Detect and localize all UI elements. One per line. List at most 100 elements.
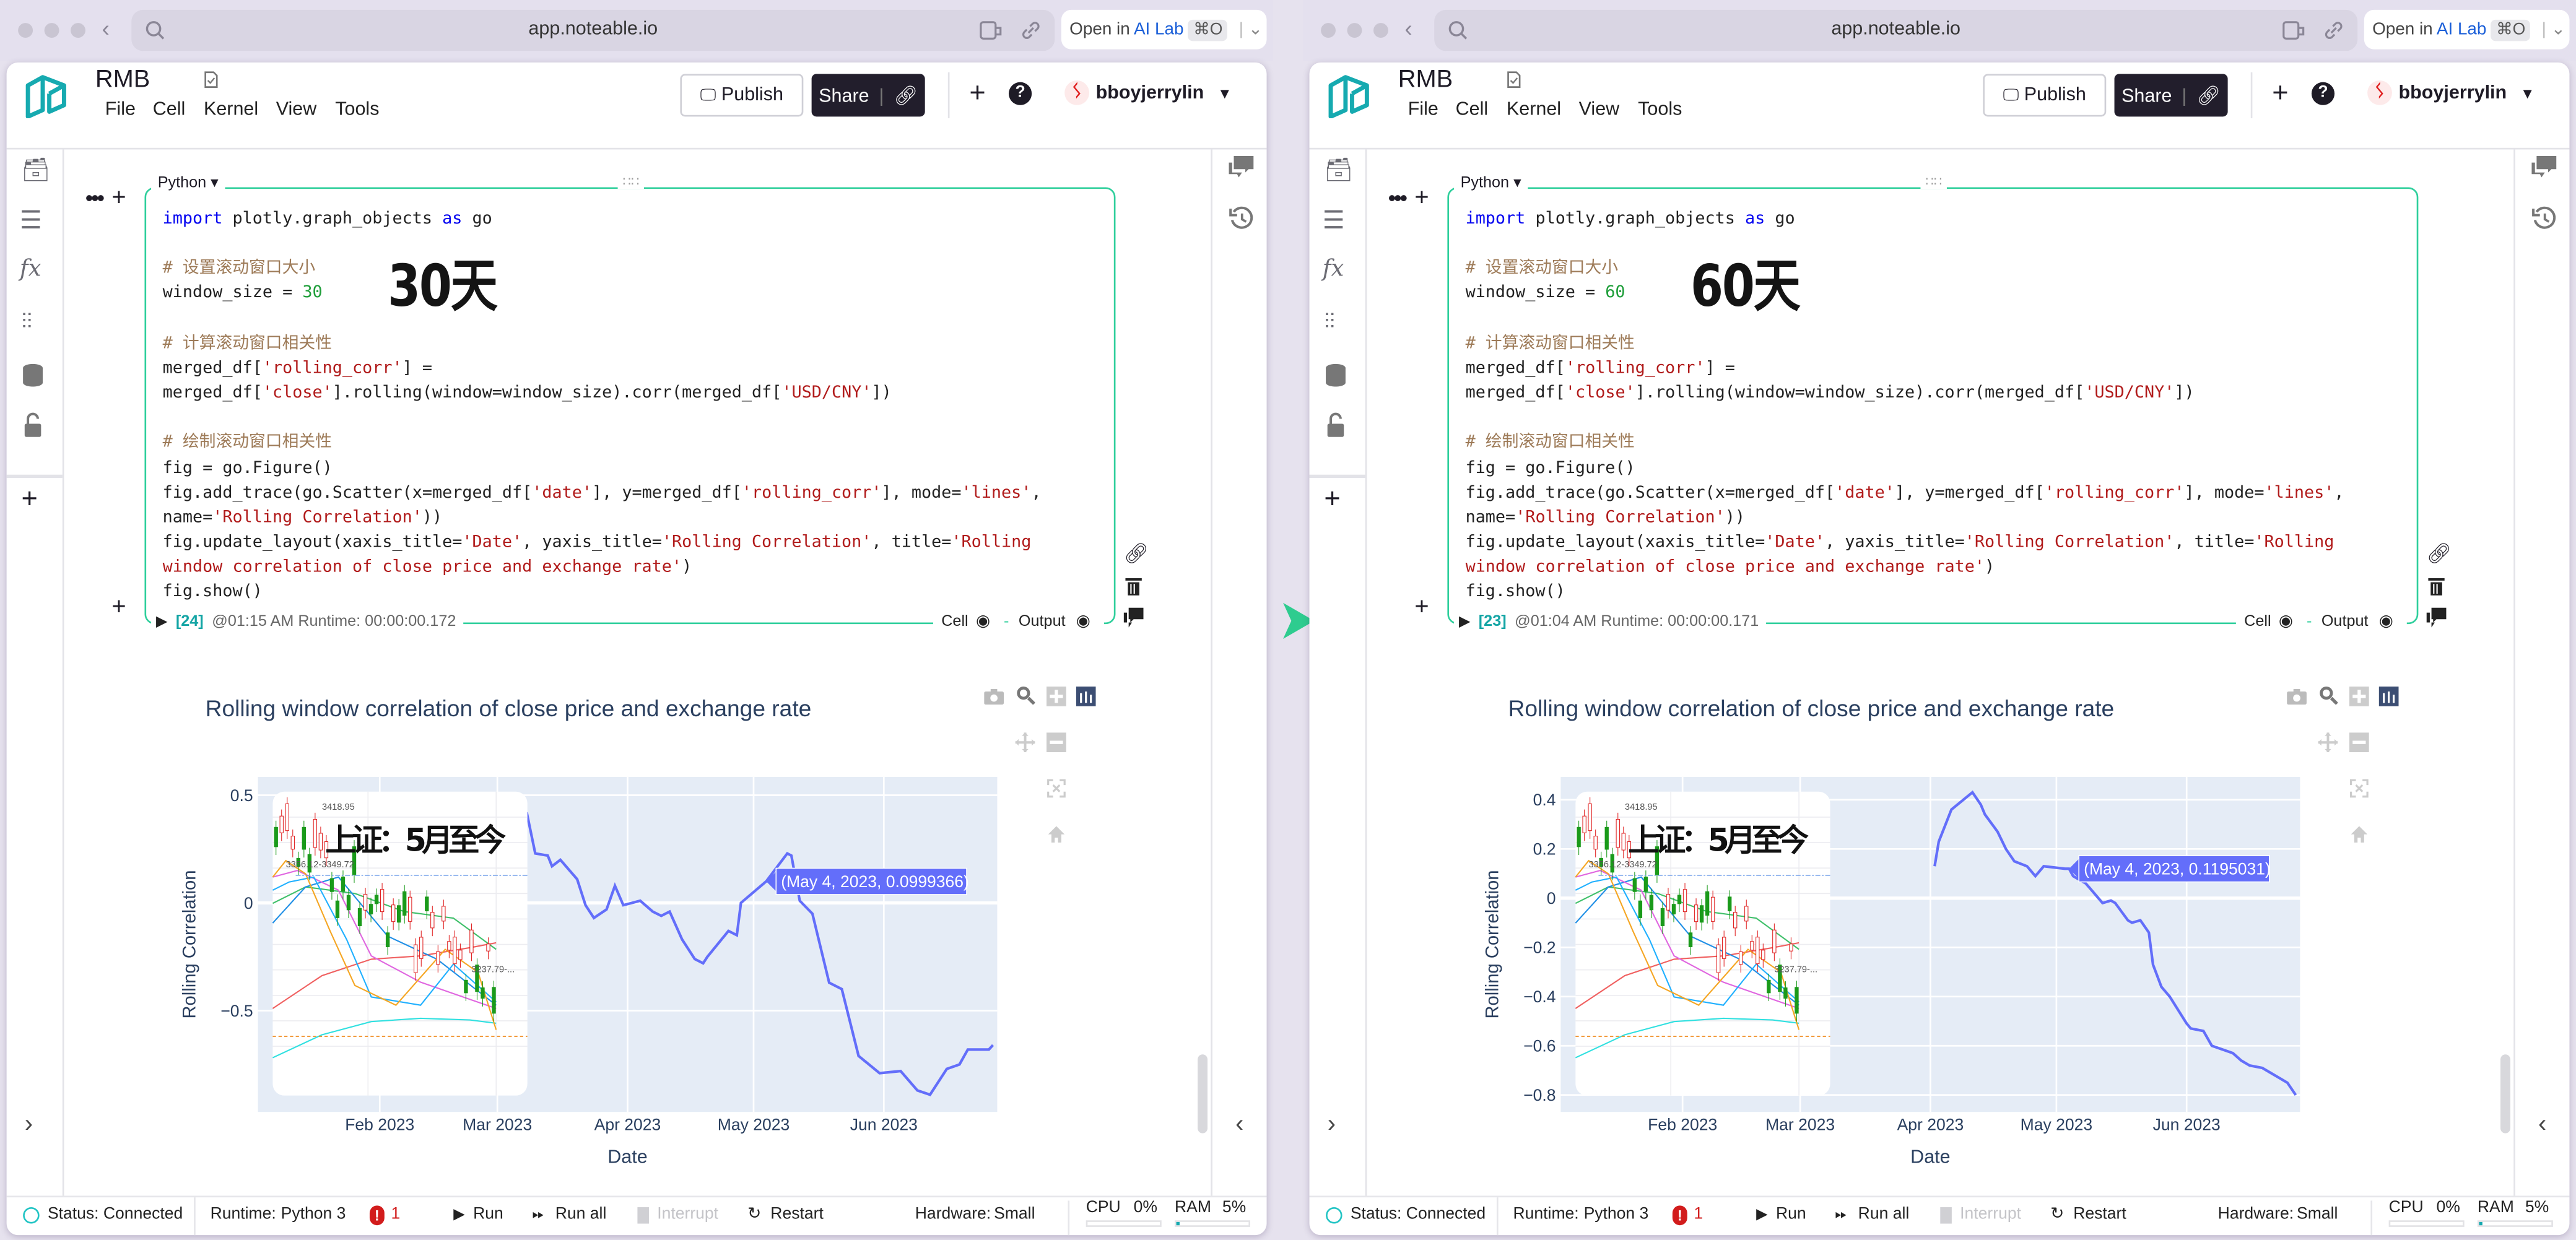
pan-icon[interactable] bbox=[2318, 732, 2338, 752]
add-cell-above-icon[interactable]: + bbox=[1414, 184, 1429, 212]
zoom-in-icon[interactable] bbox=[1046, 687, 1066, 706]
trash-icon[interactable] bbox=[1125, 576, 1142, 596]
cell-comment-icon[interactable] bbox=[2427, 608, 2447, 628]
error-count[interactable]: 1 bbox=[391, 1205, 400, 1223]
window-close-button[interactable] bbox=[1321, 23, 1336, 38]
link-icon[interactable] bbox=[2323, 20, 2344, 41]
zoom-in-icon[interactable] bbox=[2349, 687, 2369, 706]
zoom-out-icon[interactable] bbox=[1046, 732, 1066, 752]
zoom-icon[interactable] bbox=[1016, 685, 1035, 705]
drag-handle-icon[interactable]: ∷∷ bbox=[618, 174, 645, 189]
zoom-out-icon[interactable] bbox=[2349, 732, 2369, 752]
window-minimize-button[interactable] bbox=[1347, 23, 1362, 38]
database-icon[interactable] bbox=[21, 363, 44, 388]
add-icon[interactable]: + bbox=[2272, 77, 2288, 110]
lock-icon[interactable] bbox=[1326, 412, 1346, 438]
run-all-button[interactable]: Run all bbox=[1858, 1205, 1910, 1223]
run-icon[interactable]: ▶ bbox=[453, 1205, 464, 1223]
cell-more-icon[interactable]: ••• bbox=[85, 186, 103, 210]
zoom-icon[interactable] bbox=[2318, 685, 2338, 705]
add-icon[interactable]: + bbox=[969, 77, 985, 110]
user-menu-caret-icon[interactable]: ▼ bbox=[2520, 85, 2535, 102]
share-button[interactable]: Share|🔗︎ bbox=[2115, 74, 2228, 116]
restart-button[interactable]: Restart bbox=[770, 1205, 824, 1223]
camera-icon[interactable] bbox=[984, 687, 1004, 706]
run-button[interactable]: Run bbox=[1776, 1205, 1806, 1223]
correlation-chart[interactable]: Feb 2023Mar 2023Apr 2023May 2023Jun 2023… bbox=[164, 755, 1019, 1182]
error-icon[interactable]: ! bbox=[1673, 1205, 1687, 1225]
notebook-title[interactable]: RMB bbox=[1398, 66, 1453, 93]
add-cell-below-icon[interactable]: + bbox=[111, 593, 126, 621]
share-button[interactable]: Share|🔗︎ bbox=[812, 74, 925, 116]
camera-icon[interactable] bbox=[2287, 687, 2307, 706]
runtime-value[interactable]: Python 3 bbox=[1584, 1205, 1649, 1223]
chevron-down-icon[interactable]: ⌄ bbox=[1248, 20, 1263, 40]
user-name[interactable]: bboyjerrylin bbox=[2399, 84, 2507, 103]
function-icon[interactable]: fx bbox=[1323, 256, 1349, 282]
error-icon[interactable]: ! bbox=[370, 1205, 385, 1225]
expand-sidebar-chevron-icon[interactable]: › bbox=[25, 1110, 33, 1138]
menu-cell[interactable]: Cell bbox=[153, 100, 186, 120]
publish-button[interactable]: 🖵 Publish bbox=[1983, 74, 2106, 116]
collapse-sidebar-chevron-icon[interactable]: ‹ bbox=[1235, 1110, 1243, 1138]
run-button[interactable]: Run bbox=[473, 1205, 503, 1223]
add-icon[interactable]: + bbox=[21, 483, 37, 516]
link-icon[interactable]: 🔗︎ bbox=[2196, 87, 2221, 107]
help-icon[interactable]: ? bbox=[2312, 82, 2334, 105]
menu-view[interactable]: View bbox=[1579, 100, 1620, 120]
expand-sidebar-chevron-icon[interactable]: › bbox=[1328, 1110, 1336, 1138]
lock-icon[interactable] bbox=[23, 412, 43, 438]
plotly-logo-icon[interactable] bbox=[2379, 687, 2399, 706]
eye-icon[interactable]: ◉ bbox=[1076, 613, 1090, 631]
window-close-button[interactable] bbox=[18, 23, 33, 38]
menu-tools[interactable]: Tools bbox=[335, 100, 379, 120]
run-all-button[interactable]: Run all bbox=[555, 1205, 607, 1223]
hardware-value[interactable]: Small bbox=[994, 1205, 1035, 1223]
scrollbar[interactable] bbox=[1198, 1054, 1208, 1133]
interrupt-button[interactable]: Interrupt bbox=[657, 1205, 718, 1223]
window-zoom-button[interactable] bbox=[1373, 23, 1388, 38]
history-icon[interactable] bbox=[2531, 206, 2557, 232]
cell-link-icon[interactable]: 🔗︎ bbox=[2427, 542, 2452, 565]
avatar[interactable]: ᛊ bbox=[2367, 80, 2392, 105]
back-chevron-icon[interactable]: ‹ bbox=[102, 15, 109, 41]
publish-button[interactable]: 🖵 Publish bbox=[680, 74, 803, 116]
run-icon[interactable]: ▶ bbox=[1756, 1205, 1767, 1223]
run-all-icon[interactable]: ⏩︎ bbox=[533, 1205, 544, 1223]
avatar[interactable]: ᛊ bbox=[1064, 80, 1089, 105]
address-bar[interactable]: app.noteable.io bbox=[1434, 10, 2357, 51]
correlation-chart[interactable]: Feb 2023Mar 2023Apr 2023May 2023Jun 2023… bbox=[1467, 755, 2321, 1182]
notebook-title[interactable]: RMB bbox=[95, 66, 150, 93]
menu-tools[interactable]: Tools bbox=[1638, 100, 1682, 120]
add-icon[interactable]: + bbox=[1324, 483, 1340, 516]
pan-icon[interactable] bbox=[1016, 732, 1035, 752]
sliders-icon[interactable]: ⫶⫶ bbox=[1324, 309, 1350, 335]
menu-view[interactable]: View bbox=[276, 100, 317, 120]
run-cell-icon[interactable]: ▶ bbox=[156, 613, 167, 631]
add-cell-above-icon[interactable]: + bbox=[111, 184, 126, 212]
restart-icon[interactable]: ↻ bbox=[2050, 1205, 2064, 1223]
reader-mode-icon[interactable] bbox=[2282, 20, 2305, 41]
address-bar[interactable]: app.noteable.io bbox=[131, 10, 1055, 51]
history-icon[interactable] bbox=[1229, 206, 1255, 232]
home-icon[interactable] bbox=[1046, 825, 1066, 844]
help-icon[interactable]: ? bbox=[1009, 82, 1032, 105]
cell-link-icon[interactable]: 🔗︎ bbox=[1124, 542, 1149, 565]
archive-icon[interactable]: 🗃︎ bbox=[1324, 156, 1350, 182]
open-in-ai-lab-button[interactable]: Open in AI Lab ⌘O | ⌄ bbox=[2364, 10, 2570, 50]
autoscale-icon[interactable] bbox=[2349, 779, 2369, 799]
menu-kernel[interactable]: Kernel bbox=[1507, 100, 1561, 120]
error-count[interactable]: 1 bbox=[1694, 1205, 1703, 1223]
plotly-logo-icon[interactable] bbox=[1076, 687, 1096, 706]
menu-kernel[interactable]: Kernel bbox=[204, 100, 258, 120]
menu-file[interactable]: File bbox=[1408, 100, 1438, 120]
function-icon[interactable]: fx bbox=[20, 256, 46, 282]
user-name[interactable]: bboyjerrylin bbox=[1096, 84, 1204, 103]
run-all-icon[interactable]: ⏩︎ bbox=[1835, 1205, 1847, 1223]
home-icon[interactable] bbox=[2349, 825, 2369, 844]
window-minimize-button[interactable] bbox=[45, 23, 59, 38]
link-icon[interactable]: 🔗︎ bbox=[894, 87, 918, 107]
collapse-sidebar-chevron-icon[interactable]: ‹ bbox=[2538, 1110, 2546, 1138]
comments-icon[interactable] bbox=[2530, 154, 2558, 179]
code-editor[interactable]: import plotly.graph_objects as go# 设置滚动窗… bbox=[163, 207, 1042, 605]
